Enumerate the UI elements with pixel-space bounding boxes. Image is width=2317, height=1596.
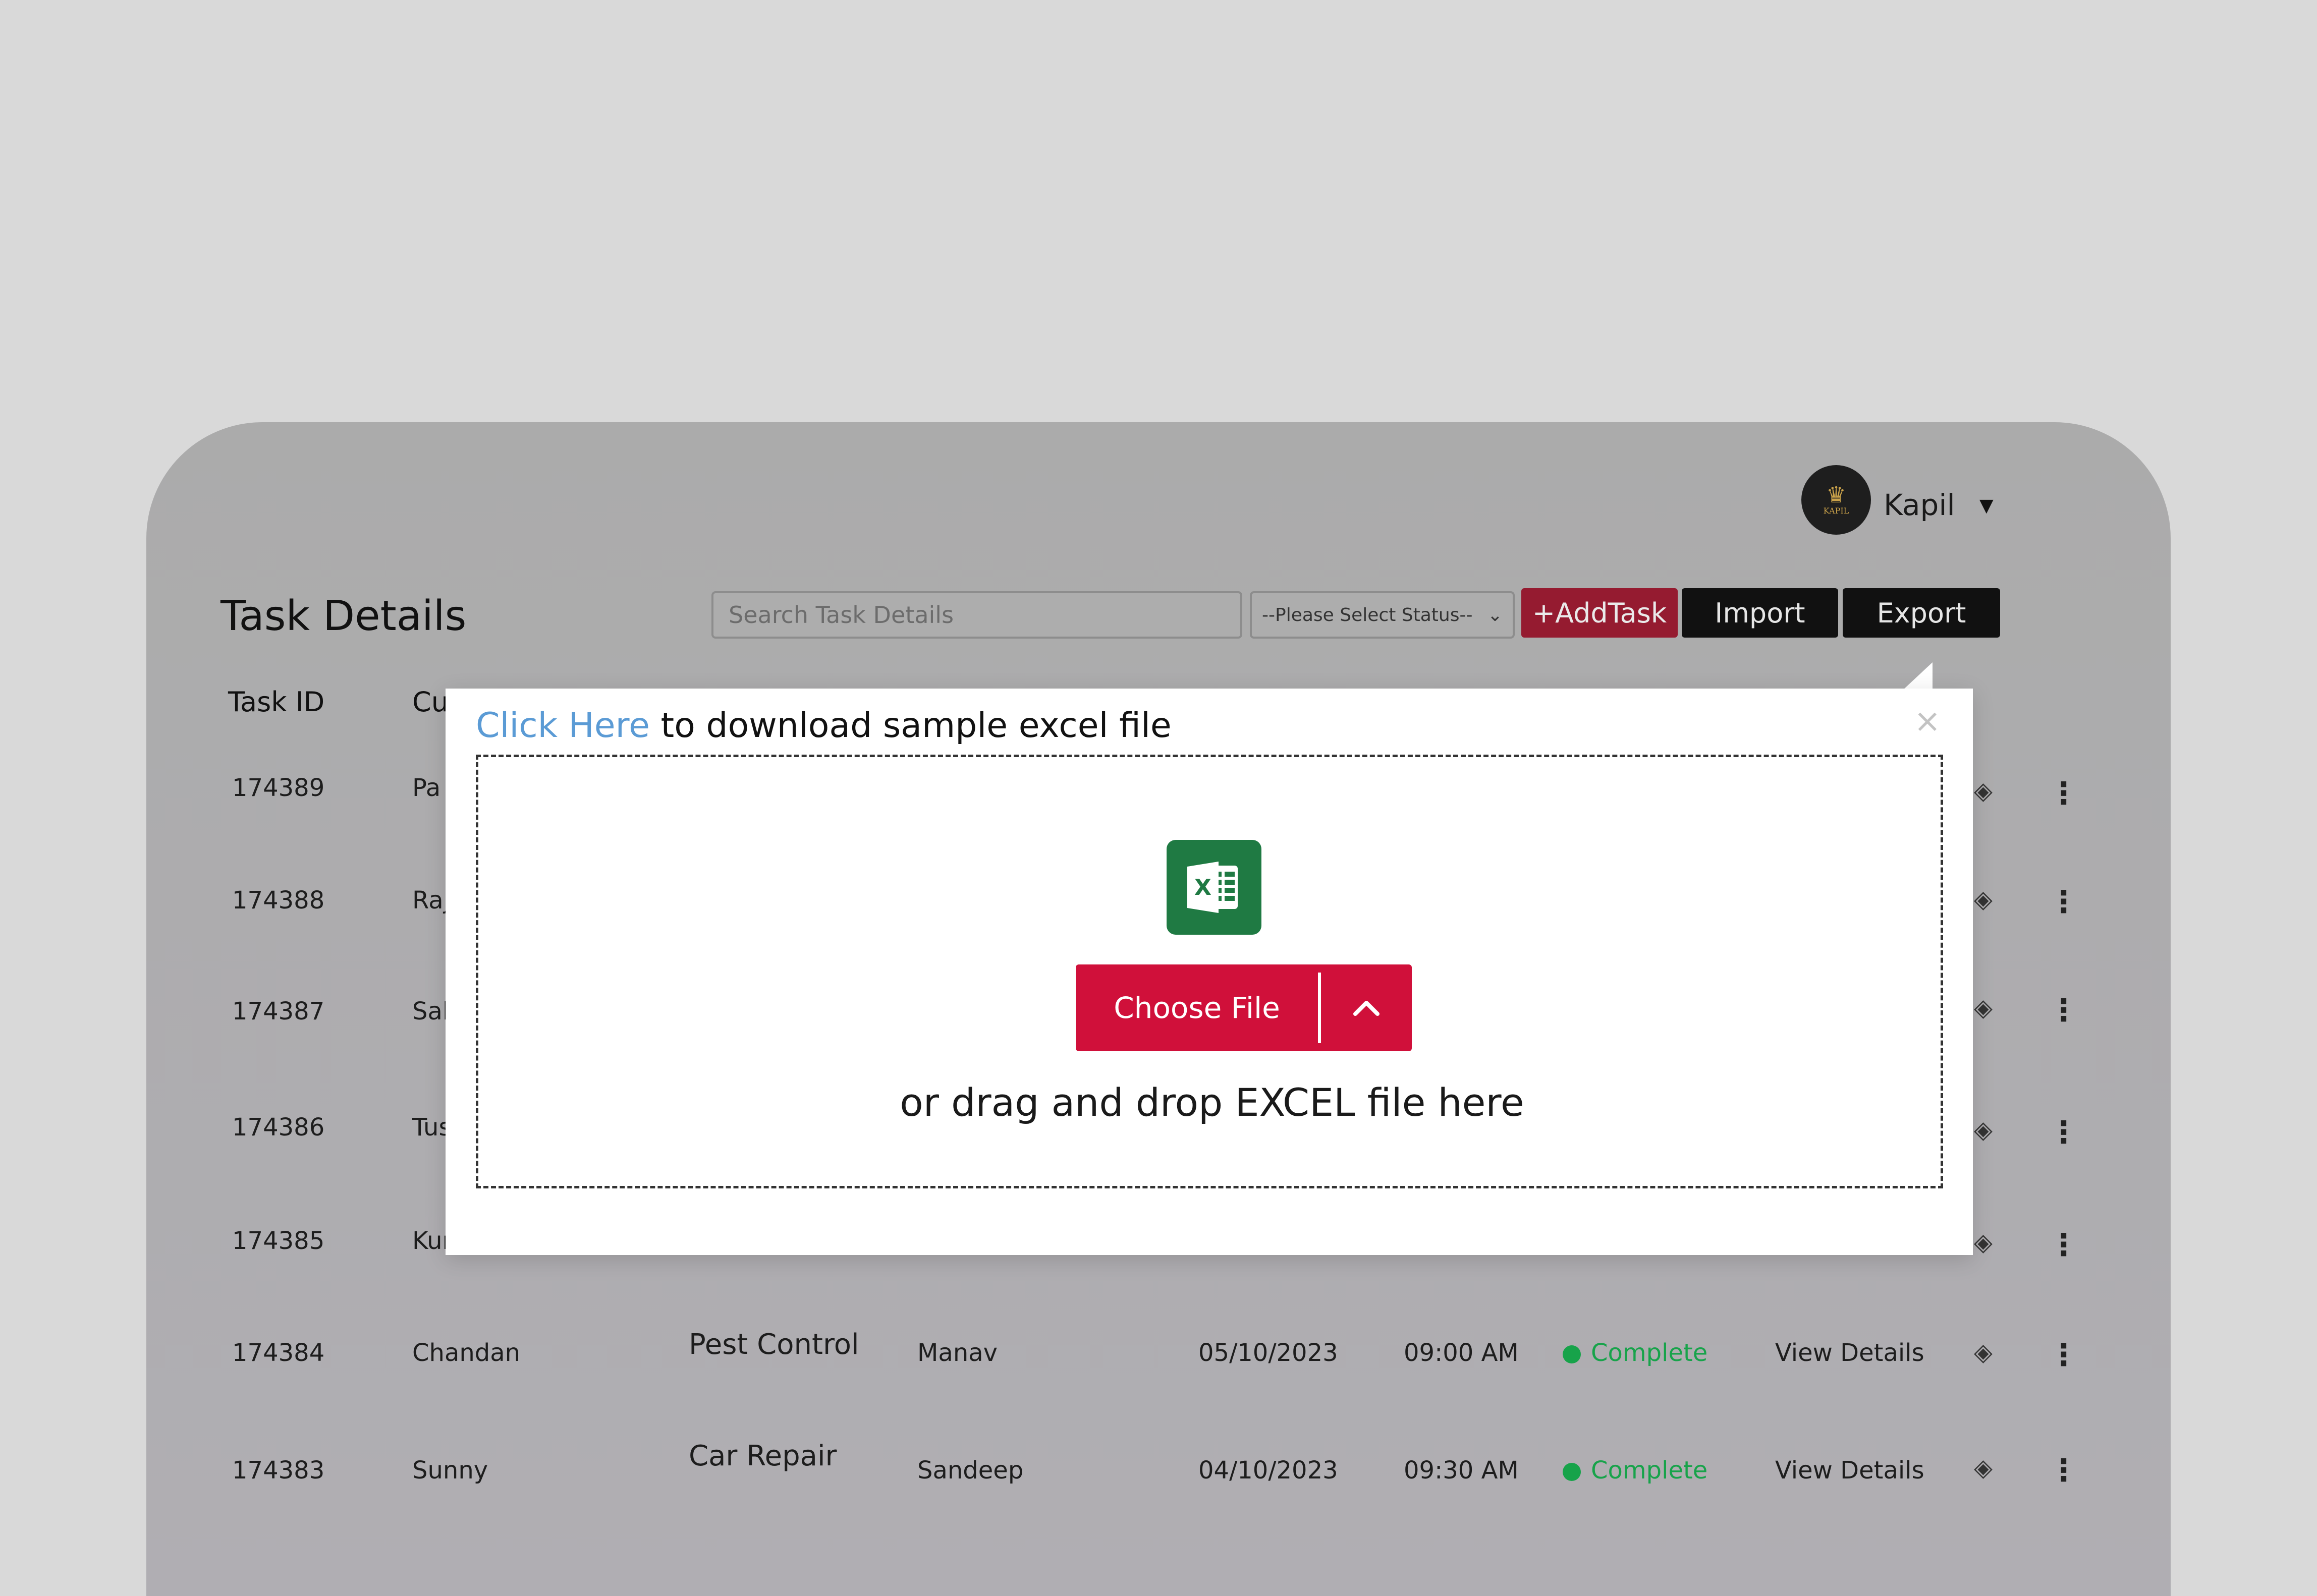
svg-text:X: X [1194,875,1211,900]
kebab-menu-icon[interactable]: ⋮ [2049,1227,2079,1263]
diamond-icon[interactable]: ◈ [1974,1116,1993,1144]
kebab-menu-icon[interactable]: ⋮ [2049,1115,2079,1150]
status-select[interactable]: --Please Select Status-- ⌄ [1250,591,1515,639]
assignee-name: Sandeep [917,1456,1024,1485]
download-sample-link[interactable]: Click Here [476,706,650,746]
user-name[interactable]: Kapil [1884,487,1955,523]
excel-icon: X [1167,840,1261,935]
task-time: 09:00 AM [1404,1339,1519,1367]
header-task-id: Task ID [228,686,325,718]
assignee-name: Manav [917,1339,998,1367]
task-id: 174389 [232,774,325,802]
task-date: 04/10/2023 [1198,1456,1338,1485]
crown-logo-icon: ♛ [1826,482,1846,508]
avatar[interactable]: ♛ KAPIL [1801,465,1871,535]
choose-file-button[interactable]: Choose File [1076,964,1412,1051]
close-icon[interactable]: × [1914,704,1941,739]
task-id: 174384 [232,1339,325,1367]
diamond-icon[interactable]: ◈ [1974,994,1993,1022]
status-badge: Complete [1563,1455,1707,1486]
view-details-link[interactable]: View Details [1775,1338,1924,1368]
customer-name: Sal [412,997,450,1025]
task-id: 174385 [232,1227,325,1255]
status-badge: Complete [1563,1338,1707,1368]
file-dropzone[interactable]: X Choose File or drag and drop EXCEL fil… [476,755,1943,1188]
caret-down-icon[interactable]: ▼ [1979,496,1994,516]
add-task-button[interactable]: +AddTask [1521,588,1678,638]
customer-name: Chandan [412,1339,521,1367]
status-text: Complete [1591,1339,1708,1367]
select-chevron-icon: ⌄ [1487,604,1503,625]
service-name: Pest Control [689,1328,859,1361]
search-input[interactable] [711,591,1242,639]
diamond-icon[interactable]: ◈ [1974,1454,1993,1482]
header-customer: Cu [412,686,449,718]
status-select-label: --Please Select Status-- [1262,604,1473,625]
import-popover: Click Here to download sample excel file… [446,689,1973,1255]
service-name: Car Repair [689,1440,837,1472]
task-id: 174386 [232,1113,325,1142]
drag-drop-text: or drag and drop EXCEL file here [900,1080,1524,1125]
status-text: Complete [1591,1456,1708,1485]
view-details-link[interactable]: View Details [1775,1455,1924,1486]
popover-pointer [1902,662,1933,691]
kebab-menu-icon[interactable]: ⋮ [2049,1337,2079,1373]
customer-name: Sunny [412,1456,488,1485]
kebab-menu-icon[interactable]: ⋮ [2049,776,2079,811]
task-date: 05/10/2023 [1198,1339,1338,1367]
import-button[interactable]: Import [1682,588,1838,638]
task-time: 09:30 AM [1404,1456,1519,1485]
diamond-icon[interactable]: ◈ [1974,1228,1993,1257]
export-button[interactable]: Export [1843,588,2000,638]
customer-name: Raj [412,886,451,915]
choose-file-label: Choose File [1114,991,1280,1025]
download-instruction-text: to download sample excel file [649,706,1172,746]
task-id: 174383 [232,1456,325,1485]
kebab-menu-icon[interactable]: ⋮ [2049,1453,2079,1488]
avatar-brand: KAPIL [1823,506,1849,516]
status-dot-icon [1563,1345,1581,1363]
diamond-icon[interactable]: ◈ [1974,885,1993,914]
task-id: 174388 [232,886,325,915]
customer-name: Pa [412,774,441,802]
status-dot-icon [1563,1463,1581,1481]
download-instruction: Click Here to download sample excel file [476,705,1172,747]
kebab-menu-icon[interactable]: ⋮ [2049,993,2079,1028]
diamond-icon[interactable]: ◈ [1974,777,1993,805]
task-id: 174387 [232,997,325,1025]
page-title: Task Details [220,592,467,640]
kebab-menu-icon[interactable]: ⋮ [2049,884,2079,920]
diamond-icon[interactable]: ◈ [1974,1338,1993,1366]
chevron-up-icon[interactable] [1321,998,1412,1018]
